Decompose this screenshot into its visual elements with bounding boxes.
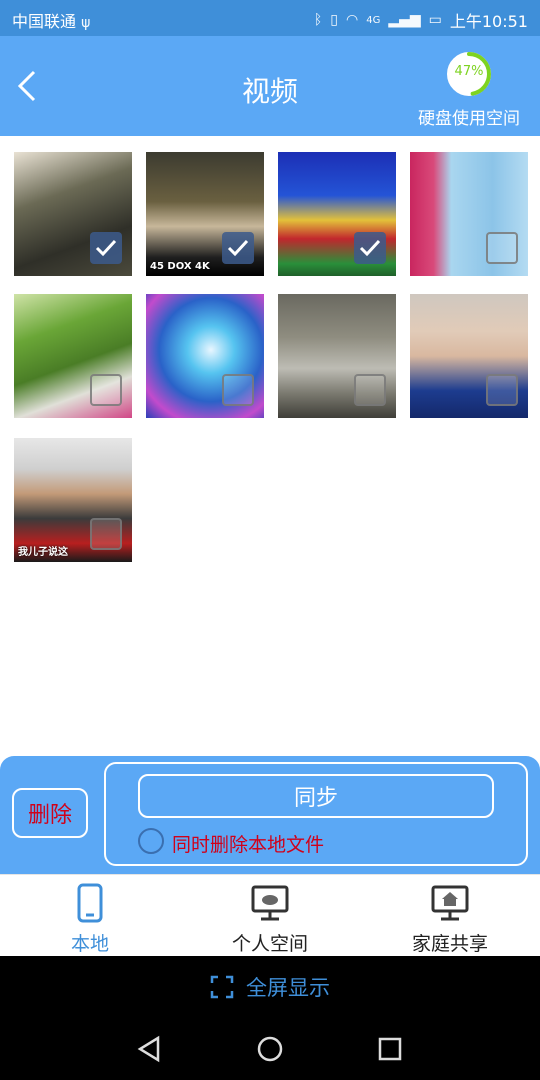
video-thumbnail[interactable] (14, 152, 132, 276)
bluetooth-icon: ᛒ (313, 12, 323, 28)
video-thumbnail[interactable] (410, 152, 528, 276)
usb-icon: ψ (81, 15, 91, 31)
selection-checkbox[interactable] (486, 374, 518, 406)
clock-label: 上午10:51 (449, 12, 528, 31)
selection-checkbox[interactable] (222, 232, 254, 264)
tab-family-share[interactable]: 家庭共享 (360, 875, 540, 957)
fullscreen-button[interactable]: 全屏显示 (0, 956, 540, 1018)
tab-local[interactable]: 本地 (0, 875, 180, 957)
fullscreen-label: 全屏显示 (246, 976, 330, 1000)
disk-usage-percent: 47% (454, 64, 484, 79)
network-type-label: 4G (366, 14, 381, 26)
selection-checkbox[interactable] (90, 232, 122, 264)
delete-local-label: 同时删除本地文件 (172, 834, 325, 856)
selection-checkbox[interactable] (90, 374, 122, 406)
triangle-back-icon (137, 1035, 160, 1063)
header: 视频 47% 硬盘使用空间 (0, 36, 540, 136)
nav-back-button[interactable] (130, 1032, 170, 1066)
disk-usage: 47% 硬盘使用空间 (404, 50, 534, 132)
checkmark-icon (227, 239, 249, 257)
expand-icon (210, 975, 234, 999)
tab-personal-space[interactable]: 个人空间 (180, 875, 360, 957)
nav-home-button[interactable] (250, 1032, 290, 1066)
tab-personal-space-label: 个人空间 (231, 933, 308, 955)
video-thumbnail[interactable] (146, 294, 264, 418)
nav-recents-button[interactable] (370, 1032, 410, 1066)
thumbnail-caption: 我儿子说这 (18, 547, 68, 558)
video-thumbnail[interactable] (278, 152, 396, 276)
tab-family-share-label: 家庭共享 (411, 933, 488, 955)
wifi-icon: ◠ (345, 12, 359, 28)
monitor-cloud-icon (251, 885, 289, 921)
disk-usage-caption: 硬盘使用空间 (418, 109, 520, 129)
phone-icon (77, 883, 103, 923)
delete-button[interactable]: 删除 (12, 788, 88, 838)
status-right: ᛒ ▯ ◠ 4G ▂▄▆ ▭ 上午10:51 (314, 8, 528, 32)
status-bar: 中国联通 ψ ᛒ ▯ ◠ 4G ▂▄▆ ▭ 上午10:51 (0, 0, 540, 36)
vibrate-icon: ▯ (330, 12, 338, 28)
monitor-home-icon (431, 885, 469, 921)
action-panel: 删除 同步 同时删除本地文件 (0, 756, 540, 874)
circle-home-icon (257, 1036, 283, 1062)
video-thumbnail[interactable]: 我儿子说这 (14, 438, 132, 562)
selection-checkbox[interactable] (90, 518, 122, 550)
selection-checkbox[interactable] (222, 374, 254, 406)
battery-icon: ▭ (428, 12, 442, 28)
system-nav-bar (0, 1018, 540, 1080)
delete-local-radio[interactable] (138, 828, 164, 854)
video-thumbnail[interactable] (14, 294, 132, 418)
checkmark-icon (359, 239, 381, 257)
checkmark-icon (95, 239, 117, 257)
video-thumbnail[interactable] (410, 294, 528, 418)
signal-icon: ▂▄▆ (388, 12, 421, 28)
selection-checkbox[interactable] (486, 232, 518, 264)
square-recents-icon (378, 1037, 402, 1061)
selection-checkbox[interactable] (354, 232, 386, 264)
tab-local-label: 本地 (70, 933, 109, 955)
selection-checkbox[interactable] (354, 374, 386, 406)
carrier-label: 中国联通 (12, 12, 77, 31)
status-left: 中国联通 ψ (12, 8, 90, 32)
bottom-tab-bar: 本地 个人空间 家庭共享 (0, 874, 540, 957)
video-thumbnail[interactable] (278, 294, 396, 418)
video-thumbnail[interactable]: 45 DOX 4K (146, 152, 264, 276)
thumbnail-caption: 45 DOX 4K (150, 261, 210, 272)
sync-button[interactable]: 同步 (138, 774, 494, 818)
sync-group: 同步 同时删除本地文件 (104, 762, 528, 866)
